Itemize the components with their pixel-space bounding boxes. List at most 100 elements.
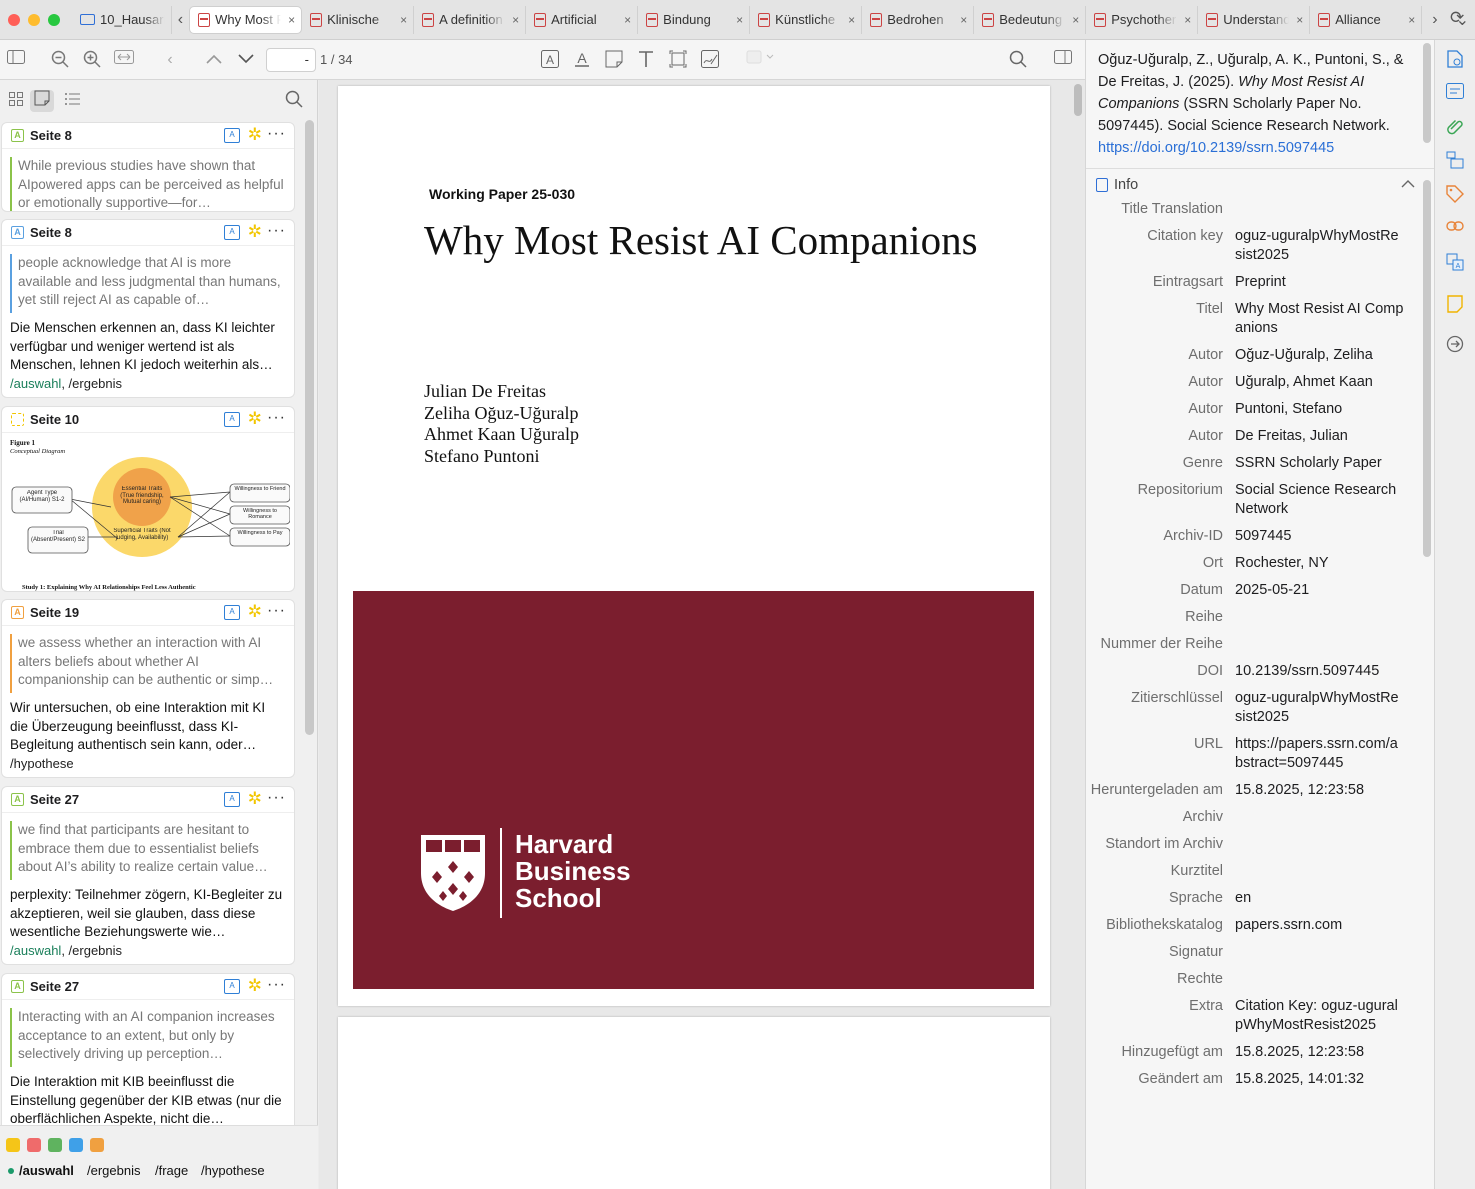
thumbnails-view-icon[interactable] bbox=[4, 90, 28, 112]
info-field-value[interactable]: oguz-uguralpWhyMostResist2025 bbox=[1235, 227, 1405, 265]
ai-sparkle-icon[interactable]: ✲ bbox=[248, 602, 262, 622]
notes-icon[interactable] bbox=[1445, 295, 1465, 315]
tags-icon[interactable] bbox=[1445, 185, 1465, 205]
collapse-chevron-up-icon[interactable] bbox=[1401, 175, 1415, 191]
filter-tag-hypothese[interactable]: /hypothese bbox=[201, 1163, 265, 1178]
info-field-value[interactable]: papers.ssrn.com bbox=[1235, 916, 1405, 935]
annotation-tags[interactable]: /hypothese bbox=[10, 756, 74, 771]
more-options-icon[interactable]: ··· bbox=[267, 976, 286, 994]
context-pane-toggle-icon[interactable] bbox=[1053, 50, 1073, 70]
translate-icon[interactable]: A bbox=[224, 225, 240, 240]
annotation-tags[interactable]: /auswahl, /ergebnis bbox=[10, 943, 122, 958]
info-field-value[interactable]: 15.8.2025, 12:23:58 bbox=[1235, 1043, 1405, 1062]
zoom-window-button[interactable] bbox=[48, 13, 60, 26]
annotation-card[interactable]: A Seite 8 A ✲ ··· While previous studies have… bbox=[1, 122, 295, 212]
underline-text-tool-icon[interactable]: A bbox=[572, 50, 592, 70]
info-field-value[interactable]: en bbox=[1235, 889, 1405, 908]
info-field-value[interactable] bbox=[1235, 943, 1405, 962]
search-icon[interactable] bbox=[1008, 50, 1028, 70]
filter-tag-auswahl[interactable]: /auswahl bbox=[19, 1163, 74, 1178]
document-view[interactable]: Working Paper 25-030 Why Most Resist AI … bbox=[319, 80, 1085, 1189]
tab-close-icon[interactable]: × bbox=[960, 13, 967, 27]
annotation-comment[interactable]: Wir untersuchen, ob eine Interaktion mit… bbox=[10, 699, 286, 756]
tab-close-icon[interactable]: × bbox=[736, 13, 743, 27]
info-field-value[interactable]: Oğuz-Uğuralp, Zeliha bbox=[1235, 346, 1405, 365]
attachments-paperclip-icon[interactable] bbox=[1445, 117, 1465, 137]
zoom-out-icon[interactable] bbox=[50, 50, 70, 70]
area-tool-icon[interactable] bbox=[668, 50, 688, 70]
info-field-value[interactable]: 15.8.2025, 14:01:32 bbox=[1235, 1070, 1405, 1089]
translate-icon[interactable]: A bbox=[1445, 253, 1465, 273]
tab-document[interactable]: Alliance × bbox=[1310, 5, 1423, 34]
ai-sparkle-icon[interactable]: ✲ bbox=[248, 789, 262, 809]
citation-scrollbar[interactable] bbox=[1423, 43, 1431, 143]
minimize-window-button[interactable] bbox=[28, 13, 40, 26]
tab-close-icon[interactable]: × bbox=[1408, 13, 1415, 27]
tab-document[interactable]: Klinische × bbox=[302, 5, 415, 34]
color-filter-swatch[interactable] bbox=[27, 1138, 41, 1152]
color-filter-swatch[interactable] bbox=[6, 1138, 20, 1152]
info-section-header[interactable]: Info bbox=[1086, 168, 1434, 200]
filter-tag-frage[interactable]: /frage bbox=[155, 1163, 188, 1178]
sidebar-toggle-icon[interactable] bbox=[6, 50, 26, 70]
tab-document[interactable]: Artificial × bbox=[526, 5, 639, 34]
ai-sparkle-icon[interactable]: ✲ bbox=[248, 409, 262, 429]
translate-icon[interactable]: A bbox=[224, 128, 240, 143]
info-field-value[interactable] bbox=[1235, 970, 1405, 989]
page-number-input[interactable]: - bbox=[266, 48, 316, 72]
sidebar-scrollbar[interactable] bbox=[305, 120, 314, 735]
color-picker-chevron-down-icon[interactable] bbox=[746, 50, 776, 70]
text-tool-icon[interactable] bbox=[636, 50, 656, 70]
ai-sparkle-icon[interactable]: ✲ bbox=[248, 222, 262, 242]
close-window-button[interactable] bbox=[8, 13, 20, 26]
annotation-card[interactable]: A Seite 27 A ✲ ··· we find that participants … bbox=[1, 786, 295, 965]
tab-document[interactable]: Understanding × bbox=[1198, 5, 1311, 34]
tab-close-icon[interactable]: × bbox=[512, 13, 519, 27]
annotation-card[interactable]: Seite 10 A ✲ ··· Figure 1 Conceptual Diagram A… bbox=[1, 406, 295, 592]
annotation-comment[interactable]: perplexity: Teilnehmer zögern, KI-Beglei… bbox=[10, 886, 286, 943]
tab-close-icon[interactable]: × bbox=[1072, 13, 1079, 27]
translate-icon[interactable]: A bbox=[224, 792, 240, 807]
ink-tool-icon[interactable] bbox=[700, 50, 720, 70]
info-field-value[interactable] bbox=[1235, 608, 1405, 627]
info-field-value[interactable]: Citation Key: oguz-uguralpWhyMostResist2… bbox=[1235, 997, 1405, 1035]
info-field-value[interactable] bbox=[1235, 808, 1405, 827]
sidebar-search-icon[interactable] bbox=[285, 90, 303, 111]
info-field-value[interactable]: Preprint bbox=[1235, 273, 1405, 292]
annotation-card[interactable]: A Seite 27 A ✲ ··· Interacting with an AI com… bbox=[1, 973, 295, 1133]
more-options-icon[interactable]: ··· bbox=[267, 222, 286, 240]
annotation-comment[interactable]: Die Interaktion mit KIB beeinflusst die … bbox=[10, 1073, 286, 1130]
info-field-value[interactable]: 10.2139/ssrn.5097445 bbox=[1235, 662, 1405, 681]
more-options-icon[interactable]: ··· bbox=[267, 602, 286, 620]
translate-icon[interactable]: A bbox=[224, 979, 240, 994]
info-field-value[interactable]: 2025-05-21 bbox=[1235, 581, 1405, 600]
info-field-value[interactable]: oguz-uguralpWhyMostResist2025 bbox=[1235, 689, 1405, 727]
tab-document[interactable]: A definition × bbox=[414, 5, 527, 34]
info-field-value[interactable]: 5097445 bbox=[1235, 527, 1405, 546]
annotation-card[interactable]: A Seite 19 A ✲ ··· we assess whether an inter… bbox=[1, 599, 295, 778]
more-options-icon[interactable]: ··· bbox=[267, 789, 286, 807]
annotation-tags[interactable]: /auswahl, /ergebnis bbox=[10, 376, 122, 391]
info-field-value[interactable]: Uğuralp, Ahmet Kaan bbox=[1235, 373, 1405, 392]
tab-close-icon[interactable]: × bbox=[1296, 13, 1303, 27]
ai-sparkle-icon[interactable]: ✲ bbox=[248, 976, 262, 996]
tab-document[interactable]: Psychother × bbox=[1086, 5, 1199, 34]
color-filter-swatch[interactable] bbox=[90, 1138, 104, 1152]
info-field-value[interactable]: 15.8.2025, 12:23:58 bbox=[1235, 781, 1405, 800]
libraries-collections-icon[interactable] bbox=[1445, 151, 1465, 171]
sync-icon[interactable]: ⟳ bbox=[1444, 8, 1470, 28]
filter-tag-ergebnis[interactable]: /ergebnis bbox=[87, 1163, 140, 1178]
info-pane-icon[interactable] bbox=[1445, 50, 1465, 70]
translate-icon[interactable]: A bbox=[224, 605, 240, 620]
chevron-down-icon[interactable] bbox=[236, 50, 256, 70]
annotation-card[interactable]: A Seite 8 A ✲ ··· people acknowledge that AI … bbox=[1, 219, 295, 398]
color-filter-swatch[interactable] bbox=[69, 1138, 83, 1152]
chevron-up-icon[interactable] bbox=[204, 50, 224, 70]
tab-library[interactable]: 10_Hausarbeit bbox=[72, 5, 172, 34]
tab-close-icon[interactable]: × bbox=[848, 13, 855, 27]
related-link-icon[interactable] bbox=[1445, 219, 1465, 239]
tabs-scroll-right-icon[interactable]: › bbox=[1426, 11, 1443, 29]
outline-view-icon[interactable] bbox=[60, 90, 84, 112]
more-options-icon[interactable]: ··· bbox=[267, 125, 286, 143]
back-icon[interactable]: ‹ bbox=[160, 50, 180, 70]
